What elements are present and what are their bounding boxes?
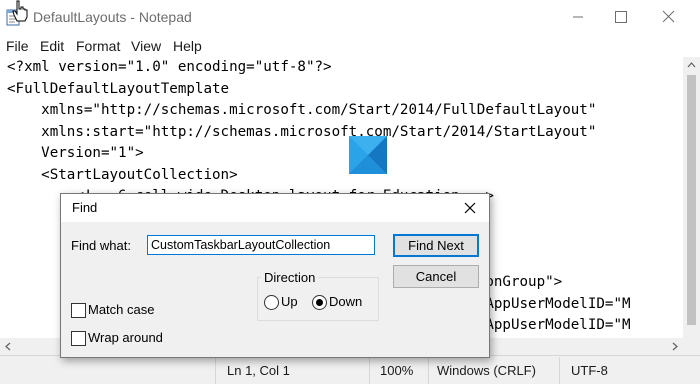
find-next-button[interactable]: Find Next (393, 234, 479, 257)
scroll-right-icon[interactable] (666, 338, 683, 355)
wrap-around-checkbox[interactable] (71, 331, 86, 346)
radio-selected-dot (316, 299, 323, 306)
direction-down-label[interactable]: Down (329, 294, 362, 309)
menu-file[interactable]: File (6, 38, 29, 54)
find-dialog-title: Find (72, 200, 98, 215)
direction-down-radio[interactable] (312, 295, 327, 310)
windows-logo-icon (349, 136, 387, 174)
menu-bar: File Edit Format View Help (0, 35, 700, 57)
editor-line: xmlns:start="http://schemas.microsoft.co… (7, 123, 597, 140)
editor-line: <?xml version="1.0" encoding="utf-8"?> (7, 59, 332, 75)
find-dialog-close-button[interactable] (459, 197, 481, 219)
minimize-button[interactable] (555, 0, 601, 34)
status-position: Ln 1, Col 1 (227, 363, 290, 378)
scroll-left-icon[interactable] (0, 338, 17, 355)
vertical-scrollbar[interactable] (683, 57, 700, 338)
menu-view[interactable]: View (131, 38, 161, 54)
wrap-around-label[interactable]: Wrap around (88, 330, 163, 345)
cancel-button[interactable]: Cancel (393, 265, 479, 288)
maximize-button[interactable] (598, 0, 644, 34)
menu-help[interactable]: Help (173, 38, 202, 54)
match-case-checkbox[interactable] (71, 303, 86, 318)
match-case-label[interactable]: Match case (88, 302, 154, 317)
close-icon (464, 202, 476, 214)
status-separator (559, 357, 560, 384)
editor-line: Version="1"> (7, 145, 144, 161)
direction-up-label[interactable]: Up (281, 294, 298, 309)
status-separator (215, 357, 216, 384)
status-line-ending: Windows (CRLF) (437, 363, 536, 378)
editor-line: <FullDefaultLayoutTemplate (7, 80, 230, 97)
find-dialog-titlebar: Find (61, 194, 489, 222)
status-bar: Ln 1, Col 1 100% Windows (CRLF) UTF-8 (0, 355, 700, 384)
scroll-corner (683, 338, 700, 355)
window-title: DefaultLayouts - Notepad (33, 9, 192, 25)
vertical-scroll-thumb[interactable] (687, 75, 696, 325)
editor-line: <StartLayoutCollection> (7, 166, 238, 183)
find-what-label: Find what: (71, 238, 131, 253)
status-encoding: UTF-8 (571, 363, 608, 378)
status-separator (369, 357, 370, 384)
direction-up-radio[interactable] (264, 295, 279, 310)
scroll-up-icon[interactable] (683, 57, 700, 74)
close-button[interactable] (646, 0, 692, 34)
status-separator (428, 357, 429, 384)
close-icon (662, 10, 675, 23)
find-dialog: Find Find what: CustomTaskbarLayoutColle… (60, 193, 490, 358)
status-zoom: 100% (380, 363, 414, 378)
direction-label: Direction (261, 270, 319, 285)
menu-edit[interactable]: Edit (40, 38, 64, 54)
menu-format[interactable]: Format (76, 38, 120, 54)
editor-line: xmlns="http://schemas.microsoft.com/Star… (7, 102, 597, 118)
window-titlebar: DefaultLayouts - Notepad (0, 0, 700, 34)
minimize-icon (573, 16, 583, 18)
maximize-icon (615, 11, 627, 23)
find-what-input[interactable]: CustomTaskbarLayoutCollection (147, 235, 375, 255)
hand-cursor-icon (12, 0, 28, 22)
